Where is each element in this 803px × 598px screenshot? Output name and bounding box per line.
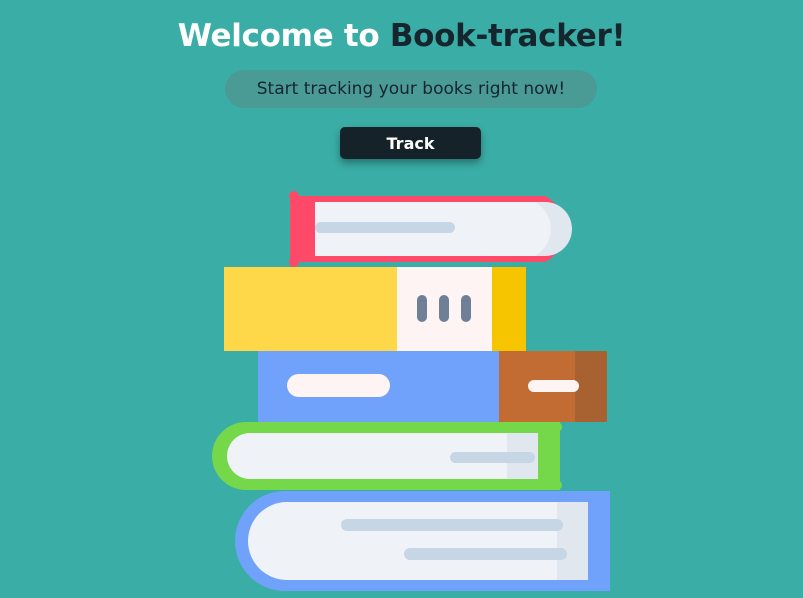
book-stack-illustration (212, 191, 610, 591)
blue-book (235, 491, 610, 591)
blue-brown-book (258, 351, 607, 422)
red-book (289, 191, 572, 267)
green-book (212, 422, 562, 490)
yellow-book (224, 267, 526, 351)
